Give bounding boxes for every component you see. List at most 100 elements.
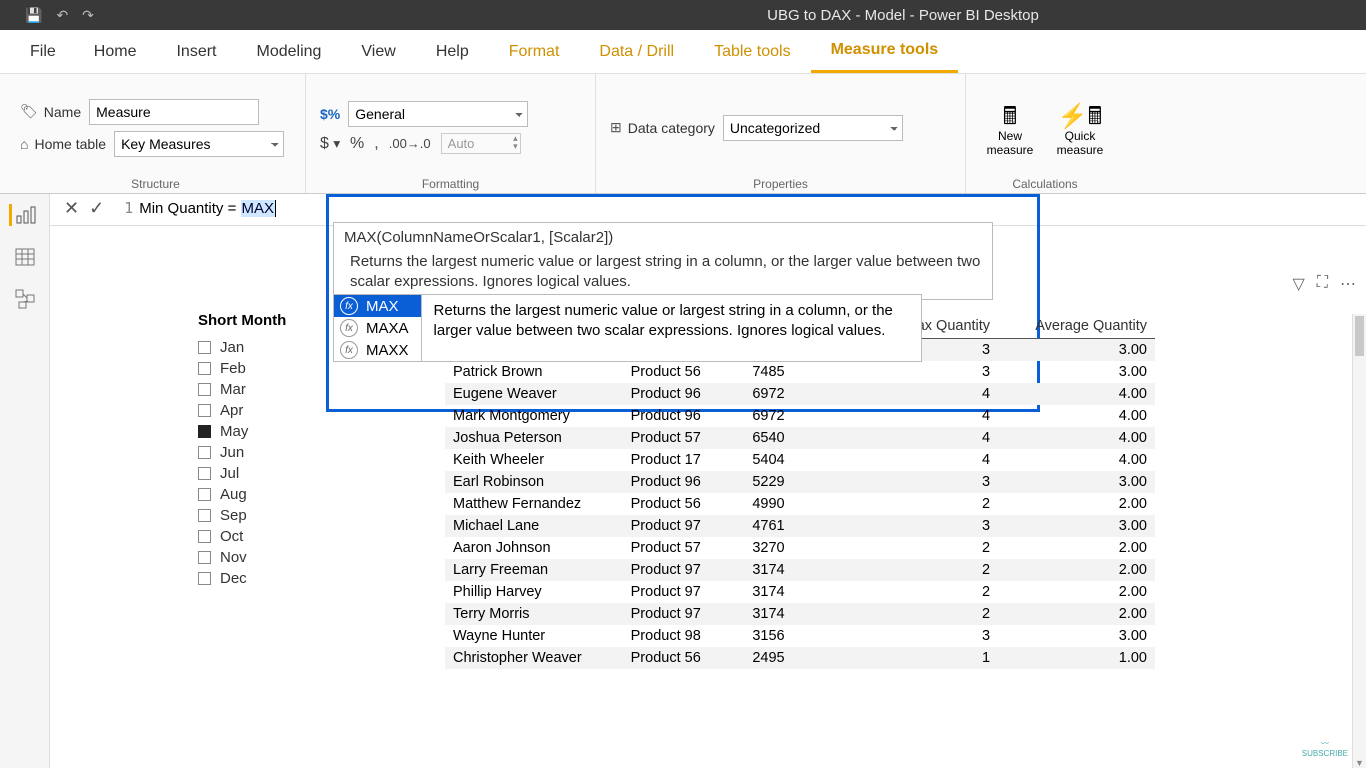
tab-format[interactable]: Format [489, 30, 580, 73]
checkbox-icon [198, 362, 211, 375]
slicer-item[interactable]: Feb [198, 358, 338, 379]
report-view-icon[interactable] [9, 204, 37, 226]
ribbon-group-properties: ⊞Data category Uncategorized Properties [596, 74, 966, 193]
table-cell: 2.00 [998, 581, 1155, 603]
scroll-down-arrow[interactable]: ▼ [1353, 758, 1366, 768]
slicer-title: Short Month [198, 312, 338, 329]
table-cell: Joshua Peterson [445, 427, 623, 449]
slicer-item[interactable]: Apr [198, 400, 338, 421]
cancel-formula-icon[interactable]: ✕ [64, 198, 79, 219]
table-cell: Product 57 [623, 427, 729, 449]
redo-icon[interactable]: ↷ [82, 7, 94, 24]
slicer-item[interactable]: Mar [198, 379, 338, 400]
table-cell: 2.00 [998, 493, 1155, 515]
formula-token: MAX [241, 200, 277, 217]
undo-icon[interactable]: ↶ [56, 7, 68, 24]
tab-view[interactable]: View [341, 30, 415, 73]
tab-insert[interactable]: Insert [156, 30, 236, 73]
home-icon: ⌂ [20, 136, 28, 152]
intellisense-dropdown: fxMAXfxMAXAfxMAXX Returns the largest nu… [333, 294, 922, 362]
measure-name-input[interactable] [89, 99, 259, 125]
table-cell: Michael Lane [445, 515, 623, 537]
table-row[interactable]: Michael LaneProduct 97476133.00 [445, 515, 1155, 537]
formula-prefix: Min Quantity = [139, 200, 240, 217]
tab-data-drill[interactable]: Data / Drill [579, 30, 694, 73]
table-cell: 7485 [728, 361, 792, 383]
slicer-item[interactable]: Sep [198, 505, 338, 526]
slicer-item[interactable]: May [198, 421, 338, 442]
slicer-item[interactable]: Jun [198, 442, 338, 463]
tab-table-tools[interactable]: Table tools [694, 30, 811, 73]
file-tab[interactable]: File [12, 30, 74, 73]
table-row[interactable]: Mark MontgomeryProduct 96697244.00 [445, 405, 1155, 427]
table-cell: 3 [874, 515, 999, 537]
intellisense-item[interactable]: fxMAXX [334, 339, 421, 361]
slicer-item[interactable]: Jul [198, 463, 338, 484]
table-row[interactable]: Joshua PetersonProduct 57654044.00 [445, 427, 1155, 449]
vertical-scrollbar[interactable]: ▲ ▼ [1352, 314, 1366, 768]
model-view-icon[interactable] [11, 288, 39, 310]
table-cell: 2.00 [998, 559, 1155, 581]
checkbox-icon [198, 446, 211, 459]
table-cell: Matthew Fernandez [445, 493, 623, 515]
home-table-select[interactable]: Key Measures [114, 131, 284, 157]
intellisense-item[interactable]: fxMAX [334, 295, 421, 317]
formula-input[interactable]: Min Quantity = MAX [139, 194, 276, 217]
tab-modeling[interactable]: Modeling [236, 30, 341, 73]
percent-icon[interactable]: % [350, 135, 364, 153]
ribbon: 🏷Name ⌂Home table Key Measures Structure… [0, 74, 1366, 194]
title-bar: 💾 ↶ ↷ UBG to DAX - Model - Power BI Desk… [0, 0, 1366, 30]
table-cell: 3 [874, 471, 999, 493]
currency-icon[interactable]: $ ▾ [320, 135, 340, 153]
table-cell: Keith Wheeler [445, 449, 623, 471]
filter-icon[interactable]: ▽ [1292, 274, 1304, 294]
table-row[interactable]: Terry MorrisProduct 97317422.00 [445, 603, 1155, 625]
tab-measure-tools[interactable]: Measure tools [811, 30, 959, 73]
table-cell: 5404 [728, 449, 792, 471]
intellisense-item[interactable]: fxMAXA [334, 317, 421, 339]
table-row[interactable]: Wayne HunterProduct 98315633.00 [445, 625, 1155, 647]
data-view-icon[interactable] [11, 246, 39, 268]
table-row[interactable]: Matthew FernandezProduct 56499022.00 [445, 493, 1155, 515]
table-cell: 4 [874, 427, 999, 449]
format-select[interactable]: General [348, 101, 528, 127]
table-row[interactable]: Aaron JohnsonProduct 57327022.00 [445, 537, 1155, 559]
table-row[interactable]: Christopher WeaverProduct 56249511.00 [445, 647, 1155, 669]
category-icon: ⊞ [610, 119, 622, 136]
table-row[interactable]: Eugene WeaverProduct 96697244.00 [445, 383, 1155, 405]
table-cell: 2 [874, 559, 999, 581]
decimals-input[interactable]: Auto▴▾ [441, 133, 521, 154]
table-cell: Product 56 [623, 493, 729, 515]
quick-measure-button[interactable]: ⚡🖩 Quick measure [1050, 99, 1110, 157]
data-category-select[interactable]: Uncategorized [723, 115, 903, 141]
table-cell: Product 96 [623, 471, 729, 493]
slicer-item[interactable]: Dec [198, 568, 338, 589]
table-cell: 4 [874, 383, 999, 405]
tab-help[interactable]: Help [416, 30, 489, 73]
decimal-icon[interactable]: .00→.0 [389, 136, 431, 151]
more-options-icon[interactable]: ⋯ [1340, 274, 1356, 294]
table-row[interactable]: Earl RobinsonProduct 96522933.00 [445, 471, 1155, 493]
table-cell: 2.00 [998, 603, 1155, 625]
focus-mode-icon[interactable]: ⛶ [1317, 274, 1328, 294]
table-cell [793, 515, 874, 537]
data-table[interactable]: CustomerProductSalesMin QtyMax QuantityA… [445, 314, 1155, 669]
table-row[interactable]: Keith WheelerProduct 17540444.00 [445, 449, 1155, 471]
slicer-item[interactable]: Aug [198, 484, 338, 505]
tab-home[interactable]: Home [74, 30, 157, 73]
commit-formula-icon[interactable]: ✓ [89, 198, 104, 219]
comma-icon[interactable]: , [374, 135, 378, 153]
slicer-item[interactable]: Oct [198, 526, 338, 547]
save-icon[interactable]: 💾 [25, 7, 42, 24]
table-row[interactable]: Larry FreemanProduct 97317422.00 [445, 559, 1155, 581]
slicer-item[interactable]: Jan [198, 337, 338, 358]
table-header[interactable]: Average Quantity [998, 314, 1155, 339]
new-measure-button[interactable]: 🖩 New measure [980, 99, 1040, 157]
table-row[interactable]: Patrick BrownProduct 56748533.00 [445, 361, 1155, 383]
table-cell: 6972 [728, 383, 792, 405]
scroll-thumb[interactable] [1355, 316, 1364, 356]
table-row[interactable]: Phillip HarveyProduct 97317422.00 [445, 581, 1155, 603]
slicer-item[interactable]: Nov [198, 547, 338, 568]
month-slicer[interactable]: Short Month JanFebMarAprMayJunJulAugSepO… [198, 312, 338, 589]
table-cell: 3156 [728, 625, 792, 647]
